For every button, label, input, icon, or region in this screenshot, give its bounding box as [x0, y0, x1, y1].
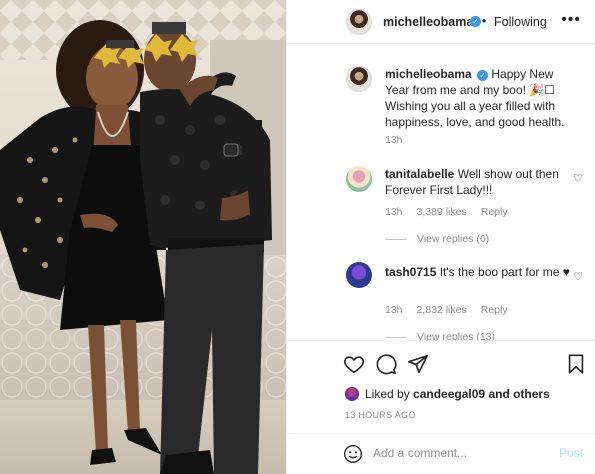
- view-replies-button[interactable]: View replies (6): [385, 233, 489, 245]
- view-replies-label: View replies (13): [417, 331, 496, 340]
- comment-username[interactable]: tash0715: [385, 265, 436, 279]
- caption-age: 13h: [385, 134, 403, 146]
- caption-meta: 13h: [385, 134, 403, 146]
- bookmark-icon[interactable]: [565, 353, 587, 375]
- comment-likes[interactable]: 3,389 likes: [417, 206, 467, 218]
- reply-button[interactable]: Reply: [481, 304, 508, 316]
- reply-button[interactable]: Reply: [481, 206, 508, 218]
- author-username[interactable]: michelleobama: [383, 15, 473, 29]
- emoji-icon[interactable]: [343, 444, 363, 464]
- comment-avatar[interactable]: [346, 166, 372, 192]
- comment-avatar[interactable]: [346, 262, 372, 288]
- actions-bar: Liked by candeegal09 and others 13 HOURS…: [287, 340, 595, 440]
- comment-heart-icon[interactable]: ♡: [573, 172, 583, 185]
- verified-badge-icon: ✓: [477, 70, 489, 81]
- comment-text: tash0715 It's the boo part for me ♥: [385, 264, 571, 280]
- share-icon[interactable]: [407, 353, 429, 375]
- author-avatar[interactable]: [346, 9, 372, 35]
- comment-username[interactable]: tanitalabelle: [385, 167, 454, 181]
- header-separator: •: [482, 14, 487, 28]
- comment-age: 13h: [385, 206, 403, 218]
- verified-badge-icon: ✓: [470, 16, 481, 27]
- comment-meta: 13h 2,832 likes Reply: [385, 304, 508, 316]
- heart-icon[interactable]: [343, 353, 365, 375]
- view-replies-button[interactable]: View replies (13): [385, 331, 495, 340]
- caption: michelleobama ✓ Happy New Year from me a…: [385, 66, 571, 130]
- comment-input[interactable]: [373, 442, 543, 464]
- comments-list[interactable]: michelleobama ✓ Happy New Year from me a…: [287, 44, 595, 340]
- comment-age: 13h: [385, 304, 403, 316]
- comment-body: It's the boo part for me ♥: [439, 265, 570, 279]
- more-icon[interactable]: •••: [561, 12, 581, 28]
- comment-composer: Post: [287, 433, 595, 474]
- comment-heart-icon[interactable]: ♡: [573, 270, 583, 283]
- comment-text: tanitalabelle Well show out then Forever…: [385, 166, 571, 198]
- liked-by-others[interactable]: and others: [488, 387, 549, 401]
- liker-avatar[interactable]: [345, 387, 359, 401]
- caption-username[interactable]: michelleobama: [385, 67, 472, 81]
- man-figure: [140, 22, 272, 474]
- replies-line: [385, 238, 407, 240]
- liked-by-row: Liked by candeegal09 and others: [345, 387, 550, 401]
- post-timestamp[interactable]: 13 HOURS AGO: [345, 410, 416, 420]
- post-button[interactable]: Post: [559, 446, 583, 460]
- caption-avatar[interactable]: [346, 66, 372, 92]
- comment-likes[interactable]: 2,832 likes: [417, 304, 467, 316]
- following-button[interactable]: Following: [494, 15, 547, 29]
- replies-line: [385, 336, 407, 338]
- comment-icon[interactable]: [375, 353, 397, 375]
- post-header: michelleobama ✓ • Following •••: [287, 0, 595, 44]
- liked-by-prefix: Liked by: [365, 387, 410, 401]
- comment-meta: 13h 3,389 likes Reply: [385, 206, 508, 218]
- post-photo[interactable]: [0, 0, 286, 474]
- view-replies-label: View replies (6): [417, 233, 490, 245]
- liked-by-user[interactable]: candeegal09: [413, 387, 485, 401]
